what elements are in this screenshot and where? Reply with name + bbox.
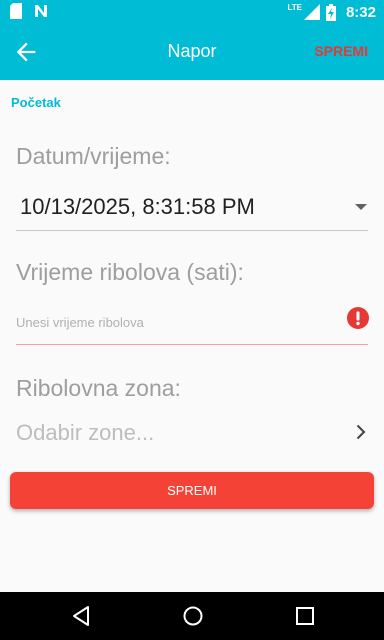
datetime-picker[interactable]: 10/13/2025, 8:31:58 PM: [20, 194, 255, 220]
save-button[interactable]: SPREMI: [10, 472, 374, 509]
signal-icon: [303, 4, 320, 20]
fishing-time-label: Vrijeme ribolova (sati):: [16, 259, 244, 285]
zone-selector[interactable]: Odabir zone...: [16, 420, 154, 446]
navigation-bar: [0, 592, 384, 640]
datetime-label: Datum/vrijeme:: [16, 143, 171, 169]
home-circle-icon[interactable]: [181, 604, 205, 628]
zone-label: Ribolovna zona:: [16, 375, 181, 401]
battery-icon: [325, 3, 336, 21]
datetime-underline: [16, 230, 368, 231]
chevron-right-icon[interactable]: [356, 424, 366, 440]
status-time: 8:32: [345, 3, 376, 21]
sd-card-icon: [10, 3, 22, 19]
breadcrumb[interactable]: Početak: [11, 95, 61, 110]
dropdown-arrow-icon[interactable]: [355, 203, 367, 211]
back-triangle-icon[interactable]: [70, 604, 94, 628]
error-icon: [347, 307, 369, 329]
recents-square-icon[interactable]: [293, 604, 317, 628]
fishing-time-input[interactable]: [16, 308, 336, 336]
network-type-label: LTE: [287, 2, 302, 12]
screen: LTE 8:32 Napor SPREMI Početak Datum/vrij…: [0, 0, 384, 640]
status-bar: LTE 8:32: [0, 0, 384, 24]
toolbar-save-button[interactable]: SPREMI: [314, 43, 368, 59]
fishing-time-underline: [16, 344, 368, 345]
n-notification-icon: [35, 5, 47, 17]
toolbar: Napor SPREMI: [0, 24, 384, 80]
